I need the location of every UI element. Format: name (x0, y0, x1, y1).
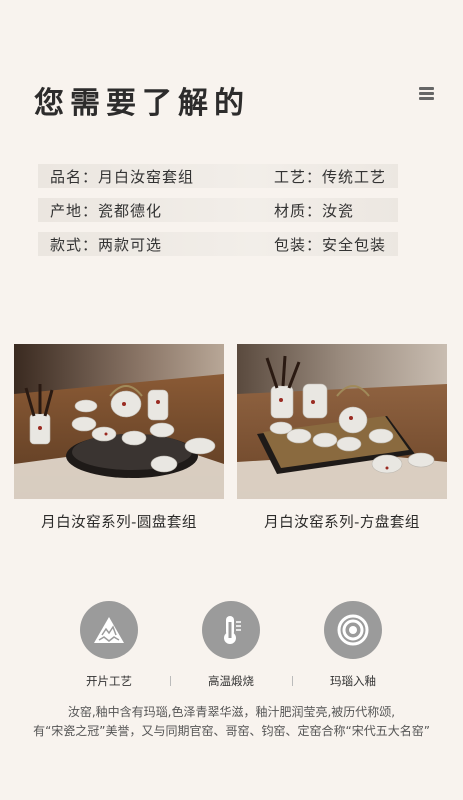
spec-style: 款式：两款可选 (50, 235, 163, 254)
feature-crackle: 开片工艺 (49, 601, 169, 689)
feature-label: 开片工艺 (86, 674, 132, 688)
product-caption: 月白汝窑系列-圆盘套组 (41, 515, 197, 531)
spec-row: 产地：瓷都德化 材质：汝瓷 (38, 198, 398, 222)
spec-packaging: 包装：安全包装 (274, 235, 387, 254)
spec-row: 品名：月白汝窑套组 工艺：传统工艺 (38, 164, 398, 188)
description: 汝窑,釉中含有玛瑙,色泽青翠华滋，釉汁肥润莹亮,被历代称颂, 有“宋瓷之冠”美誉… (0, 703, 463, 741)
spec-table: 品名：月白汝窑套组 工艺：传统工艺 产地：瓷都德化 材质：汝瓷 款式：两款可选 … (38, 164, 398, 266)
agate-ring-icon (324, 601, 382, 659)
description-line: 汝窑,釉中含有玛瑙,色泽青翠华滋，釉汁肥润莹亮,被历代称颂, (67, 705, 396, 719)
spec-origin: 产地：瓷都德化 (50, 201, 163, 220)
feature-high-temp: 高温煅烧 (171, 601, 291, 689)
product-photo-round[interactable] (14, 344, 224, 499)
product-photo-square[interactable] (237, 344, 447, 499)
feature-agate-glaze: 玛瑙入釉 (293, 601, 413, 689)
spec-craft: 工艺：传统工艺 (274, 167, 387, 186)
thermometer-icon (202, 601, 260, 659)
product-round-tray[interactable]: 月白汝窑系列-圆盘套组 (14, 344, 224, 532)
spec-name: 品名：月白汝窑套组 (50, 167, 195, 186)
spec-row: 款式：两款可选 包装：安全包装 (38, 232, 398, 256)
product-caption: 月白汝窑系列-方盘套组 (264, 515, 420, 531)
feature-label: 玛瑙入釉 (330, 674, 376, 688)
crackle-pyramid-icon (80, 601, 138, 659)
menu-icon[interactable] (419, 87, 434, 100)
product-square-tray[interactable]: 月白汝窑系列-方盘套组 (237, 344, 447, 532)
spec-material: 材质：汝瓷 (274, 201, 355, 220)
divider (292, 676, 293, 686)
page-title: 您需要了解的 (34, 86, 250, 121)
divider (170, 676, 171, 686)
description-line: 有“宋瓷之冠”美誉，又与同期官窑、哥窑、钧窑、定窑合称“宋代五大名窑” (33, 724, 430, 738)
feature-label: 高温煅烧 (208, 674, 254, 688)
